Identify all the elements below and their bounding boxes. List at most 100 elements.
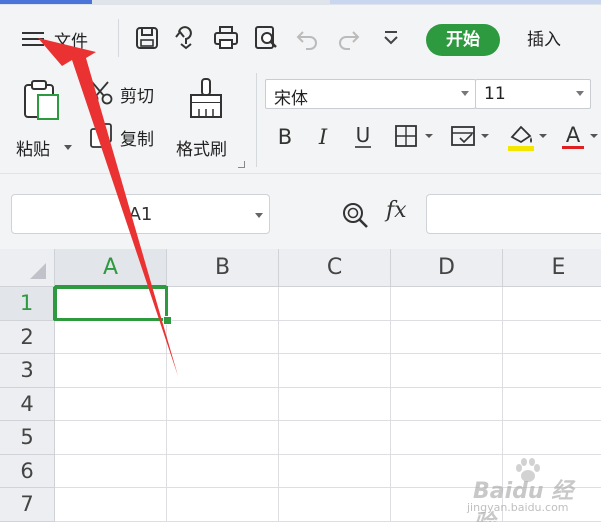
spreadsheet-grid: ABCDE 1234567: [0, 249, 601, 522]
row-header-4[interactable]: 4: [0, 387, 55, 421]
cell-c3[interactable]: [279, 354, 391, 388]
clipboard-group-expand-icon[interactable]: [238, 161, 245, 168]
cell-c4[interactable]: [279, 387, 391, 421]
row-header-2[interactable]: 2: [0, 320, 55, 354]
cell-b2[interactable]: [167, 320, 279, 354]
cell-b7[interactable]: [167, 488, 279, 522]
underline-button[interactable]: U: [346, 119, 380, 153]
save-icon[interactable]: [132, 23, 162, 53]
print-preview-icon[interactable]: [251, 23, 281, 53]
bold-button[interactable]: B: [268, 119, 302, 153]
row-header-1[interactable]: 1: [0, 287, 55, 321]
font-color-button[interactable]: A: [558, 119, 601, 153]
home-ribbon: 粘贴 剪切 复制 格式刷 宋体 11 B I U A: [0, 67, 601, 173]
fill-handle[interactable]: [163, 316, 172, 325]
cell-c7[interactable]: [279, 488, 391, 522]
cell-c5[interactable]: [279, 421, 391, 455]
spreadsheet-app: 文件 开始 插入 粘贴 剪切 复制 格式刷 宋体 11 B I U A A1 f…: [0, 0, 601, 522]
fill-color-button[interactable]: [504, 119, 554, 153]
cell-b1[interactable]: [167, 287, 279, 321]
cut-label: 剪切: [120, 87, 154, 107]
active-tab-indicator: [0, 0, 92, 4]
cell-style-button[interactable]: [446, 119, 496, 153]
cell-e6[interactable]: [503, 455, 601, 488]
cell-a7[interactable]: [55, 488, 167, 522]
column-header-b[interactable]: B: [167, 249, 279, 287]
save-as-icon[interactable]: [171, 23, 201, 53]
name-box-value: A1: [128, 204, 153, 225]
formula-bar: A1 fx: [0, 173, 601, 250]
format-painter-button[interactable]: 格式刷: [172, 75, 244, 163]
cell-e2[interactable]: [503, 321, 601, 354]
column-header-c[interactable]: C: [279, 249, 391, 287]
ribbon-divider: [256, 73, 257, 167]
paste-dropdown-icon[interactable]: [64, 145, 72, 150]
cell-b6[interactable]: [167, 454, 279, 488]
cell-d6[interactable]: [391, 454, 503, 488]
cell-d3[interactable]: [391, 354, 503, 388]
select-all-button[interactable]: [0, 249, 55, 287]
column-header-e[interactable]: E: [503, 249, 601, 287]
paste-label: 粘贴: [16, 140, 50, 160]
cell-e1[interactable]: [503, 287, 601, 321]
format-painter-icon: [190, 78, 222, 118]
column-header-a[interactable]: A: [55, 249, 167, 287]
underline-icon: U: [356, 123, 371, 147]
cell-a3[interactable]: [55, 354, 167, 388]
copy-icon: [90, 123, 112, 148]
format-painter-label: 格式刷: [176, 140, 227, 160]
cell-d1[interactable]: [391, 287, 503, 321]
row-header-3[interactable]: 3: [0, 354, 55, 388]
cell-a2[interactable]: [55, 320, 167, 354]
cell-d4[interactable]: [391, 387, 503, 421]
cell-a5[interactable]: [55, 421, 167, 455]
column-header-d[interactable]: D: [391, 249, 503, 287]
tab-start[interactable]: 开始: [426, 24, 500, 56]
cell-e4[interactable]: [503, 388, 601, 421]
cell-a1[interactable]: [55, 287, 167, 321]
formula-input[interactable]: [426, 194, 601, 234]
cell-b5[interactable]: [167, 421, 279, 455]
cell-d2[interactable]: [391, 320, 503, 354]
file-menu-button[interactable]: 文件: [20, 23, 88, 55]
tab-strip-shade: [330, 0, 601, 4]
bold-icon: B: [278, 125, 292, 149]
name-box[interactable]: A1: [11, 194, 270, 234]
cell-c2[interactable]: [279, 320, 391, 354]
italic-button[interactable]: I: [306, 119, 340, 153]
cell-d7[interactable]: [391, 488, 503, 522]
tab-insert[interactable]: 插入: [527, 24, 561, 56]
borders-button[interactable]: [390, 119, 440, 153]
cell-e7[interactable]: [503, 488, 601, 522]
row-header-7[interactable]: 7: [0, 488, 55, 522]
hamburger-menu-icon: [20, 29, 46, 49]
redo-icon[interactable]: [333, 23, 363, 53]
font-size-select[interactable]: 11: [475, 79, 591, 109]
print-icon[interactable]: [211, 23, 241, 53]
row-header-5[interactable]: 5: [0, 421, 55, 455]
cut-button[interactable]: 剪切: [86, 79, 164, 109]
paste-button[interactable]: 粘贴: [14, 75, 72, 163]
cell-b4[interactable]: [167, 387, 279, 421]
zoom-formula-icon[interactable]: [340, 200, 370, 230]
undo-icon[interactable]: [293, 23, 323, 53]
insert-function-button[interactable]: fx: [386, 198, 407, 223]
cell-d5[interactable]: [391, 421, 503, 455]
font-color-icon: A: [566, 123, 581, 147]
cell-c6[interactable]: [279, 454, 391, 488]
cell-a6[interactable]: [55, 454, 167, 488]
cell-c1[interactable]: [279, 287, 391, 321]
copy-button[interactable]: 复制: [86, 122, 164, 152]
toolbar-divider: [118, 19, 119, 57]
customize-chevron-icon[interactable]: [376, 23, 406, 53]
font-name-select[interactable]: 宋体: [265, 79, 476, 109]
row-header-6[interactable]: 6: [0, 454, 55, 488]
cell-e3[interactable]: [503, 354, 601, 388]
font-name-dropdown-icon: [461, 91, 469, 96]
copy-label: 复制: [120, 130, 154, 150]
scissors-icon: [87, 81, 113, 105]
cell-b3[interactable]: [167, 354, 279, 388]
cell-e5[interactable]: [503, 421, 601, 455]
cell-a4[interactable]: [55, 387, 167, 421]
name-box-dropdown-icon[interactable]: [255, 213, 263, 218]
